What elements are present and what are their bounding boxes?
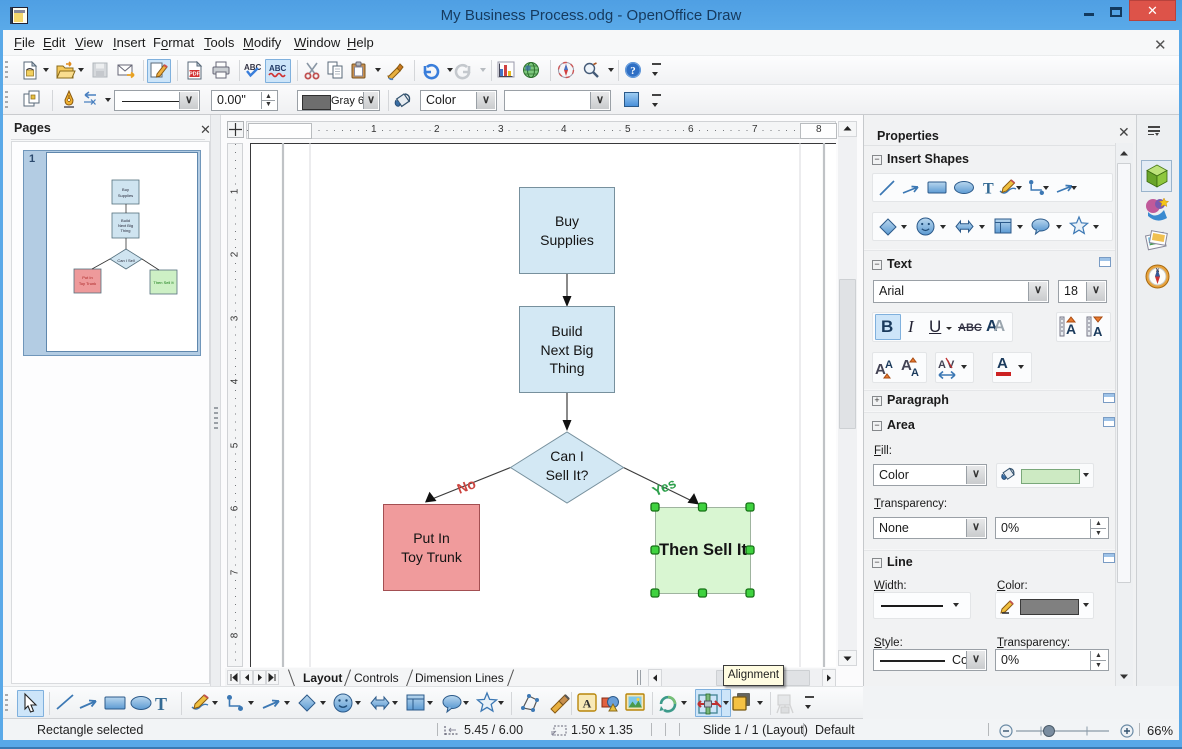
svg-text:T: T: [983, 181, 994, 198]
svg-text:A: A: [1093, 324, 1103, 339]
svg-text:Then Sell It: Then Sell It: [153, 280, 174, 285]
svg-text:A: A: [885, 359, 893, 371]
svg-text:ABC: ABC: [244, 63, 262, 72]
svg-text:A: A: [1066, 321, 1076, 337]
svg-text:?: ?: [630, 65, 636, 77]
svg-text:Can I Sell: Can I Sell: [117, 258, 134, 263]
svg-text:T: T: [155, 694, 167, 714]
svg-text:N: N: [1156, 268, 1160, 274]
svg-text:Buy: Buy: [122, 187, 129, 192]
svg-text:A: A: [911, 367, 919, 379]
svg-text:A: A: [938, 359, 946, 371]
svg-text:Put In: Put In: [82, 275, 92, 280]
svg-text:Toy Trunk: Toy Trunk: [79, 281, 96, 286]
svg-text:Supplies: Supplies: [118, 193, 133, 198]
svg-text:ABC: ABC: [269, 64, 287, 73]
svg-text:A: A: [583, 697, 592, 711]
svg-text:PDF: PDF: [189, 72, 201, 78]
svg-text:Thing: Thing: [120, 228, 130, 233]
